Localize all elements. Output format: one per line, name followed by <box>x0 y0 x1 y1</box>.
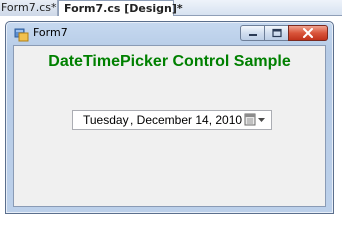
heading-label: DateTimePicker Control Sample <box>48 53 291 70</box>
datetimepicker[interactable]: Tuesday , December 14, 2010 <box>72 110 272 130</box>
tab-label: Form7.cs [Design]* <box>64 2 183 15</box>
minimize-button[interactable] <box>240 25 264 41</box>
caption-buttons <box>240 25 328 42</box>
ide-window: Form7.cs* Form7.cs [Design]* Form7 DateT… <box>0 0 342 218</box>
calendar-dropdown-icon[interactable] <box>243 112 269 128</box>
tab-label: Form7.cs* <box>1 1 57 14</box>
document-tab-strip: Form7.cs* Form7.cs [Design]* <box>0 0 342 17</box>
datetimepicker-day[interactable]: Tuesday <box>83 111 129 129</box>
close-icon <box>303 28 313 38</box>
form-titlebar[interactable]: Form7 <box>6 22 333 44</box>
form-icon <box>14 26 30 42</box>
datetimepicker-date[interactable]: , December 14, 2010 <box>130 111 242 129</box>
tab-form7-design[interactable]: Form7.cs [Design]* <box>58 0 183 17</box>
minimize-icon <box>248 34 257 36</box>
close-button[interactable] <box>288 25 328 41</box>
maximize-icon <box>271 28 282 38</box>
maximize-button[interactable] <box>264 25 288 41</box>
tab-form7-code[interactable]: Form7.cs* <box>0 0 58 16</box>
form-client-area: DateTimePicker Control Sample Tuesday , … <box>13 45 326 207</box>
form7-window[interactable]: Form7 DateTimePicker Control Sample Tues… <box>5 21 334 214</box>
form-title: Form7 <box>33 26 68 39</box>
